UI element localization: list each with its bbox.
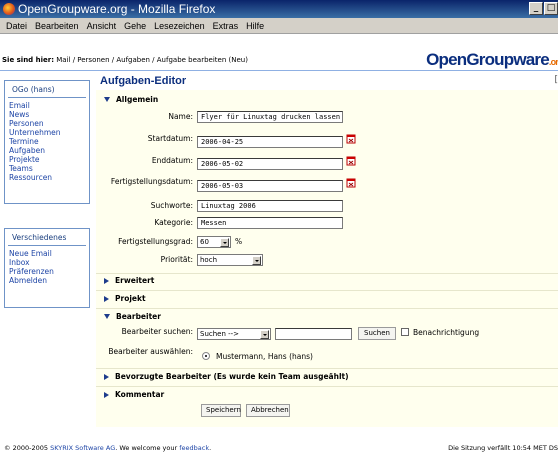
feedback-link[interactable]: feedback bbox=[179, 444, 209, 452]
skyrix-link[interactable]: SKYRIX Software AG bbox=[50, 444, 115, 452]
benachrichtigung-checkbox[interactable] bbox=[401, 328, 409, 336]
sidebar-item-aufgaben[interactable]: Aufgaben bbox=[9, 146, 85, 155]
copyright: © 2000-2005 SKYRIX Software AG. We welco… bbox=[4, 444, 212, 452]
collapse-triangle-icon bbox=[104, 314, 110, 319]
header-bar: Sie sind hier: Mail / Personen / Aufgabe… bbox=[0, 34, 558, 72]
section-projekt[interactable]: Projekt bbox=[104, 294, 146, 303]
startdatum-input[interactable]: 2006-04-25 bbox=[197, 136, 343, 148]
fertigstellungsdatum-input[interactable]: 2006-05-03 bbox=[197, 180, 343, 192]
sidebar-misc-box: Verschiedenes Neue Email Inbox Präferenz… bbox=[4, 228, 90, 308]
bearbeiter-suchen-label: Bearbeiter suchen: bbox=[121, 327, 193, 336]
menu-gehe[interactable]: Gehe bbox=[124, 21, 146, 31]
kategorie-label: Kategorie: bbox=[154, 218, 193, 227]
minimize-button[interactable]: _ bbox=[529, 2, 543, 15]
menu-datei[interactable]: Datei bbox=[6, 21, 27, 31]
bearbeiter-radio-label: Mustermann, Hans (hans) bbox=[216, 352, 313, 361]
menu-ansicht[interactable]: Ansicht bbox=[87, 21, 117, 31]
breadcrumb-path[interactable]: Mail / Personen / Aufgaben / Aufgabe bea… bbox=[56, 56, 248, 64]
prioritaet-label: Priorität: bbox=[160, 255, 193, 264]
window-controls: _ □ bbox=[529, 2, 558, 15]
sidebar-item-abmelden[interactable]: Abmelden bbox=[9, 276, 85, 285]
sidebar-item-email[interactable]: Email bbox=[9, 101, 85, 110]
suchworte-label: Suchworte: bbox=[150, 201, 193, 210]
fertigstellungsgrad-select[interactable]: 60 bbox=[197, 236, 231, 248]
menu-lesezeichen[interactable]: Lesezeichen bbox=[154, 21, 205, 31]
speichern-button[interactable]: Speichern bbox=[201, 404, 241, 417]
section-bevorzugte-bearbeiter[interactable]: Bevorzugte Bearbeiter (Es wurde kein Tea… bbox=[104, 372, 349, 381]
header-link-stub[interactable]: [ bbox=[554, 75, 558, 85]
fertigstellungsdatum-label: Fertigstellungsdatum: bbox=[110, 177, 193, 186]
fertigstellungsgrad-label: Fertigstellungsgrad: bbox=[118, 237, 193, 246]
maximize-button[interactable]: □ bbox=[544, 2, 558, 15]
expand-triangle-icon bbox=[104, 277, 109, 284]
breadcrumb: Sie sind hier: Mail / Personen / Aufgabe… bbox=[2, 56, 248, 64]
sidebar-item-termine[interactable]: Termine bbox=[9, 137, 85, 146]
sidebar-item-ressourcen[interactable]: Ressourcen bbox=[9, 173, 85, 182]
suchworte-input[interactable]: Linuxtag 2006 bbox=[197, 200, 343, 212]
window-titlebar: OpenGroupware.org - Mozilla Firefox _ □ bbox=[0, 0, 558, 18]
sidebar-item-projekte[interactable]: Projekte bbox=[9, 155, 85, 164]
sidebar-item-unternehmen[interactable]: Unternehmen bbox=[9, 128, 85, 137]
bearbeiter-radio[interactable] bbox=[202, 352, 210, 360]
prioritaet-select[interactable]: hoch bbox=[197, 254, 263, 266]
kategorie-input[interactable]: Messen bbox=[197, 217, 343, 229]
calendar-icon[interactable] bbox=[346, 177, 357, 188]
firefox-icon bbox=[3, 3, 15, 15]
menu-bearbeiten[interactable]: Bearbeiten bbox=[35, 21, 79, 31]
sidebar-apps-box: OGo (hans) Email News Personen Unternehm… bbox=[4, 80, 90, 204]
collapse-triangle-icon bbox=[104, 97, 110, 102]
calendar-icon[interactable] bbox=[346, 133, 357, 144]
editor-panel: Allgemein Name: Flyer für Linuxtag druck… bbox=[96, 90, 558, 427]
sidebar-item-teams[interactable]: Teams bbox=[9, 164, 85, 173]
sidebar-misc-header: Verschiedenes bbox=[8, 229, 86, 246]
sidebar-item-praeferenzen[interactable]: Präferenzen bbox=[9, 267, 85, 276]
sidebar-item-personen[interactable]: Personen bbox=[9, 119, 85, 128]
startdatum-label: Startdatum: bbox=[147, 134, 193, 143]
abbrechen-button[interactable]: Abbrechen bbox=[246, 404, 290, 417]
benachrichtigung-label: Benachrichtigung bbox=[413, 328, 480, 337]
task-editor: Aufgaben-Editor [ Allgemein Name: Flyer … bbox=[96, 73, 558, 427]
chevron-down-icon bbox=[260, 330, 269, 339]
name-label: Name: bbox=[168, 112, 193, 121]
chevron-down-icon bbox=[220, 238, 229, 247]
calendar-icon[interactable] bbox=[346, 155, 357, 166]
page-title: Aufgaben-Editor bbox=[100, 75, 187, 87]
enddatum-input[interactable]: 2006-05-02 bbox=[197, 158, 343, 170]
enddatum-label: Enddatum: bbox=[151, 156, 193, 165]
sidebar-item-neue-email[interactable]: Neue Email bbox=[9, 249, 85, 258]
breadcrumb-prefix: Sie sind hier: bbox=[2, 56, 55, 64]
name-input[interactable]: Flyer für Linuxtag drucken lassen bbox=[197, 111, 343, 123]
opengroupware-logo: OpenGroupware.or bbox=[426, 50, 558, 69]
expand-triangle-icon bbox=[104, 373, 109, 380]
window-title: OpenGroupware.org - Mozilla Firefox bbox=[18, 2, 216, 16]
session-info: Die Sitzung verfällt 10:54 MET DS bbox=[448, 444, 558, 452]
section-kommentar[interactable]: Kommentar bbox=[104, 390, 164, 399]
expand-triangle-icon bbox=[104, 295, 109, 302]
sidebar-item-inbox[interactable]: Inbox bbox=[9, 258, 85, 267]
section-erweitert[interactable]: Erweitert bbox=[104, 276, 154, 285]
menu-extras[interactable]: Extras bbox=[213, 21, 239, 31]
header-divider bbox=[0, 70, 558, 71]
menu-bar: Datei Bearbeiten Ansicht Gehe Lesezeiche… bbox=[0, 18, 558, 34]
footer: © 2000-2005 SKYRIX Software AG. We welco… bbox=[0, 443, 558, 454]
chevron-down-icon bbox=[252, 256, 261, 265]
bearbeiter-auswaehlen-label: Bearbeiter auswählen: bbox=[108, 347, 193, 356]
bearbeiter-search-input[interactable] bbox=[275, 328, 352, 340]
sidebar-item-news[interactable]: News bbox=[9, 110, 85, 119]
section-bearbeiter[interactable]: Bearbeiter bbox=[104, 312, 161, 321]
percent-unit: % bbox=[235, 237, 243, 246]
sidebar-user-header[interactable]: OGo (hans) bbox=[8, 81, 86, 98]
bearbeiter-suchen-select[interactable]: Suchen --> bbox=[197, 328, 271, 340]
expand-triangle-icon bbox=[104, 391, 109, 398]
section-allgemein[interactable]: Allgemein bbox=[104, 95, 158, 104]
bearbeiter-search-button[interactable]: Suchen bbox=[358, 327, 396, 340]
menu-hilfe[interactable]: Hilfe bbox=[246, 21, 264, 31]
